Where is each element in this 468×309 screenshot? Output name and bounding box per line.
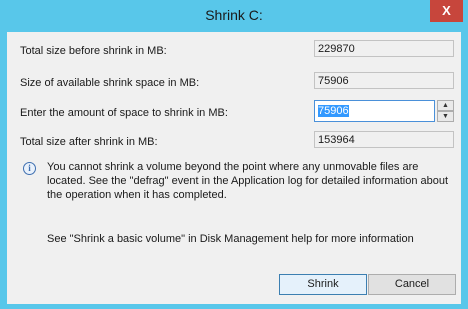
amount-selected-text: 75906 <box>318 105 349 117</box>
available-space-value: 75906 <box>314 72 454 89</box>
shrink-dialog-window: Shrink C: X Total size before shrink in … <box>0 0 468 309</box>
amount-spin-buttons: ▲ ▼ <box>437 100 454 122</box>
help-reference-text: See "Shrink a basic volume" in Disk Mana… <box>47 233 414 245</box>
info-message: You cannot shrink a volume beyond the po… <box>47 161 449 201</box>
total-before-value: 229870 <box>314 40 454 57</box>
title-bar[interactable]: Shrink C: X <box>0 0 468 32</box>
total-before-label: Total size before shrink in MB: <box>20 45 167 57</box>
chevron-up-icon: ▲ <box>442 102 449 109</box>
amount-to-shrink-input[interactable]: 75906 <box>314 100 435 122</box>
amount-to-shrink-label: Enter the amount of space to shrink in M… <box>20 107 228 119</box>
close-icon: X <box>442 3 451 18</box>
chevron-down-icon: ▼ <box>442 113 449 120</box>
spin-down-button[interactable]: ▼ <box>437 111 454 122</box>
cancel-button[interactable]: Cancel <box>368 274 456 295</box>
available-space-label: Size of available shrink space in MB: <box>20 77 200 89</box>
total-after-value: 153964 <box>314 131 454 148</box>
shrink-button[interactable]: Shrink <box>279 274 367 295</box>
dialog-body: Total size before shrink in MB: 229870 S… <box>7 32 461 304</box>
total-after-label: Total size after shrink in MB: <box>20 136 158 148</box>
close-button[interactable]: X <box>430 0 463 22</box>
info-icon: i <box>23 162 36 175</box>
window-title: Shrink C: <box>205 7 263 23</box>
amount-spinbox: 75906 ▲ ▼ <box>314 100 454 122</box>
spin-up-button[interactable]: ▲ <box>437 100 454 111</box>
